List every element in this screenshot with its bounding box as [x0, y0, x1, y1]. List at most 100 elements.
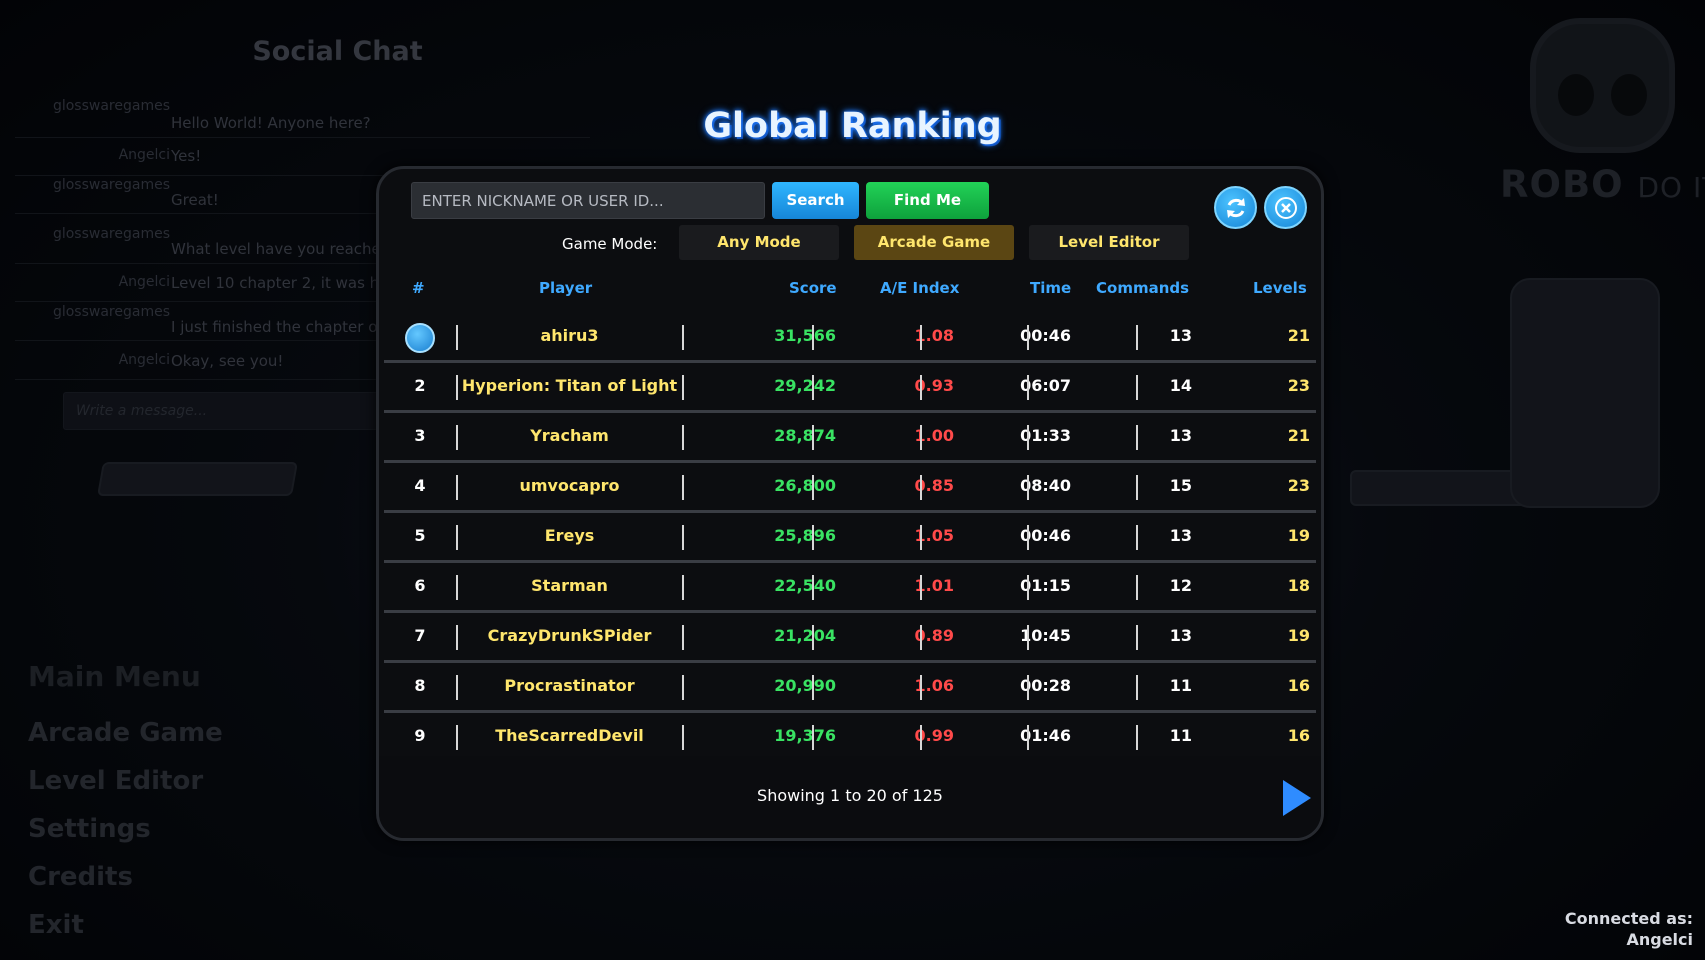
player-time: 08:40	[1020, 476, 1071, 495]
player-commands: 12	[1169, 576, 1192, 595]
player-ae-index: 0.85	[914, 476, 954, 495]
player-time: 06:07	[1020, 376, 1071, 395]
player-rank: 8	[414, 676, 426, 695]
player-commands: 13	[1169, 426, 1192, 445]
player-name: Starman	[531, 576, 608, 595]
close-button[interactable]	[1264, 186, 1307, 229]
mode-level-editor-button[interactable]: Level Editor	[1029, 225, 1189, 260]
player-rank: 7	[414, 626, 426, 645]
player-name: Yracham	[530, 426, 609, 445]
player-name: CrazyDrunkSPider	[487, 626, 652, 645]
column-time: Time	[1030, 279, 1072, 297]
player-ae-index: 0.99	[914, 726, 954, 745]
player-commands: 11	[1169, 676, 1192, 695]
player-name: TheScarredDevil	[495, 726, 644, 745]
player-commands: 13	[1169, 326, 1192, 345]
table-row[interactable]: 2 Hyperion: Titan of Light 29,242 0.93 0…	[384, 363, 1316, 413]
player-score: 28,874	[774, 426, 836, 445]
player-ae-index: 0.93	[914, 376, 954, 395]
close-icon	[1274, 196, 1297, 219]
connection-status: Connected as: Angelci	[1565, 908, 1693, 950]
connected-label: Connected as:	[1564, 909, 1693, 928]
player-name: Procrastinator	[504, 676, 635, 695]
player-time: 01:15	[1020, 576, 1071, 595]
player-levels: 19	[1287, 626, 1310, 645]
next-page-button[interactable]	[1281, 778, 1313, 822]
search-button[interactable]: Search	[772, 182, 859, 219]
player-time: 00:28	[1020, 676, 1071, 695]
column-player: Player	[539, 279, 593, 297]
ranking-title: Global Ranking	[703, 106, 1002, 146]
player-rank: 6	[414, 576, 426, 595]
player-levels: 23	[1287, 476, 1310, 495]
player-ae-index: 1.08	[914, 326, 954, 345]
player-rank: 9	[414, 726, 426, 745]
player-rank: 4	[414, 476, 426, 495]
next-arrow-icon	[1283, 780, 1311, 816]
column-levels: Levels	[1253, 279, 1307, 297]
player-score: 22,540	[774, 576, 836, 595]
player-score: 31,566	[774, 326, 836, 345]
find-me-button[interactable]: Find Me	[866, 182, 989, 219]
player-score: 29,242	[774, 376, 836, 395]
player-score: 21,204	[774, 626, 836, 645]
ranking-table-header: # Player Score A/E Index Time Commands L…	[379, 279, 1321, 303]
connected-user: Angelci	[1626, 930, 1693, 949]
ranking-footer: Showing 1 to 20 of 125	[379, 756, 1321, 838]
player-score: 19,376	[774, 726, 836, 745]
player-rank: 3	[414, 426, 426, 445]
player-name: umvocapro	[519, 476, 620, 495]
table-row[interactable]: 9 TheScarredDevil 19,376 0.99 01:46 11 1…	[384, 713, 1316, 752]
player-ae-index: 1.06	[914, 676, 954, 695]
player-score: 26,800	[774, 476, 836, 495]
table-row[interactable]: 5 Ereys 25,896 1.05 00:46 13 19	[384, 513, 1316, 563]
nickname-search-input[interactable]	[411, 182, 765, 219]
game-mode-label: Game Mode:	[562, 235, 658, 253]
player-rank: 2	[414, 376, 426, 395]
player-levels: 21	[1287, 326, 1310, 345]
table-row[interactable]: 4 umvocapro 26,800 0.85 08:40 15 23	[384, 463, 1316, 513]
player-ae-index: 1.01	[914, 576, 954, 595]
player-ae-index: 1.00	[914, 426, 954, 445]
column-commands: Commands	[1096, 279, 1190, 297]
player-time: 00:46	[1020, 526, 1071, 545]
player-time: 01:46	[1020, 726, 1071, 745]
player-levels: 23	[1287, 376, 1310, 395]
medal-icon	[405, 323, 435, 353]
column-ae-index: A/E Index	[880, 279, 960, 297]
player-name: Ereys	[544, 526, 595, 545]
pagination-status: Showing 1 to 20 of 125	[757, 786, 943, 805]
player-time: 00:46	[1020, 326, 1071, 345]
player-time: 10:45	[1020, 626, 1071, 645]
ranking-table-body: ahiru3 31,566 1.08 00:46 13 21 2 Hyperio…	[384, 313, 1316, 752]
table-row[interactable]: 7 CrazyDrunkSPider 21,204 0.89 10:45 13 …	[384, 613, 1316, 663]
refresh-icon	[1226, 197, 1245, 218]
player-levels: 18	[1287, 576, 1310, 595]
table-row[interactable]: ahiru3 31,566 1.08 00:46 13 21	[384, 313, 1316, 363]
player-commands: 11	[1169, 726, 1192, 745]
column-score: Score	[789, 279, 837, 297]
player-score: 20,990	[774, 676, 836, 695]
player-commands: 14	[1169, 376, 1192, 395]
player-commands: 13	[1169, 626, 1192, 645]
mode-any-mode-button[interactable]: Any Mode	[679, 225, 839, 260]
player-levels: 16	[1287, 726, 1310, 745]
ranking-panel: Search Find Me Game Mode: Any Mode Arcad…	[376, 166, 1324, 841]
player-ae-index: 0.89	[914, 626, 954, 645]
refresh-button[interactable]	[1214, 186, 1257, 229]
mode-arcade-game-button[interactable]: Arcade Game	[854, 225, 1014, 260]
table-row[interactable]: 6 Starman 22,540 1.01 01:15 12 18	[384, 563, 1316, 613]
player-name: Hyperion: Titan of Light	[461, 376, 678, 395]
column-rank: #	[412, 279, 425, 297]
table-row[interactable]: 8 Procrastinator 20,990 1.06 00:28 11 16	[384, 663, 1316, 713]
player-ae-index: 1.05	[914, 526, 954, 545]
player-levels: 21	[1287, 426, 1310, 445]
player-levels: 19	[1287, 526, 1310, 545]
player-commands: 15	[1169, 476, 1192, 495]
player-time: 01:33	[1020, 426, 1071, 445]
player-name: ahiru3	[540, 326, 599, 345]
player-rank: 5	[414, 526, 426, 545]
table-row[interactable]: 3 Yracham 28,874 1.00 01:33 13 21	[384, 413, 1316, 463]
player-score: 25,896	[774, 526, 836, 545]
player-commands: 13	[1169, 526, 1192, 545]
